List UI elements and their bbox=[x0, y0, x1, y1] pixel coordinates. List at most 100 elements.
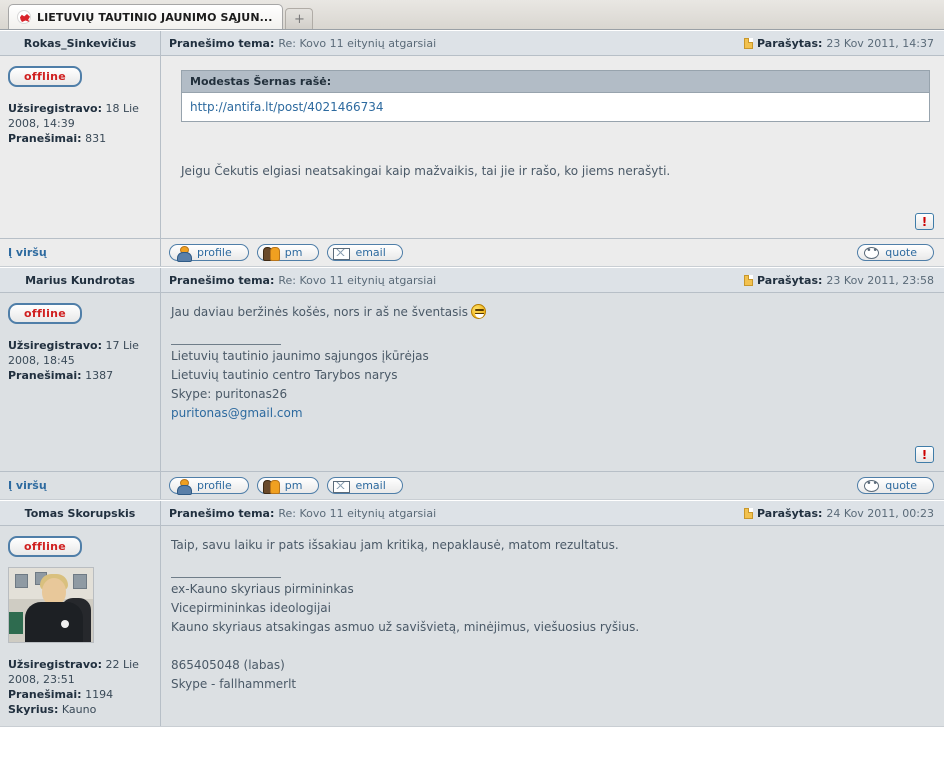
registered-row: Užsiregistravo: 17 Lie 2008, 18:45 bbox=[8, 338, 152, 368]
signature-email-link[interactable]: puritonas@gmail.com bbox=[171, 406, 303, 420]
signature: Lietuvių tautinio jaunimo sąjungos įkūrė… bbox=[171, 347, 930, 423]
branch-label: Skyrius: bbox=[8, 703, 59, 716]
topic-value: Re: Kovo 11 eitynių atgarsiai bbox=[278, 36, 437, 50]
posts-label: Pranešimai: bbox=[8, 369, 82, 382]
post-author-cell: Rokas_Sinkevičius bbox=[0, 31, 161, 55]
user-info-column: offline Užsiregistravo: 22 Lie 2008, 23:… bbox=[0, 526, 161, 726]
message-text: Jeigu Čekutis elgiasi neatsakingai kaip … bbox=[181, 164, 671, 178]
message-column: Taip, savu laiku ir pats išsakiau jam kr… bbox=[161, 526, 944, 726]
post-header: Tomas Skorupskis Pranešimo tema: Re: Kov… bbox=[0, 500, 944, 526]
status-badge: offline bbox=[8, 66, 83, 87]
back-to-top-link[interactable]: Į viršų bbox=[8, 479, 47, 492]
post-actions: profile pm email quote bbox=[161, 477, 944, 495]
post-date: Parašytas: 23 Kov 2011, 23:58 bbox=[744, 268, 944, 292]
quote-button[interactable]: quote bbox=[857, 244, 934, 261]
post-count-row: Pranešimai: 1387 bbox=[8, 368, 152, 383]
grin-smiley-icon bbox=[470, 304, 486, 319]
quote-link[interactable]: http://antifa.lt/post/4021466734 bbox=[190, 100, 384, 114]
post-author-name: Marius Kundrotas bbox=[25, 273, 135, 287]
profile-button[interactable]: profile bbox=[169, 244, 249, 262]
browser-tab[interactable]: LIETUVIŲ TAUTINIO JAUNIMO SĄJUN... bbox=[8, 4, 284, 29]
posts-label: Pranešimai: bbox=[8, 132, 82, 145]
back-to-top-cell: Į viršų bbox=[0, 239, 161, 266]
topic-label: Pranešimo tema: bbox=[169, 506, 275, 520]
registered-row: Užsiregistravo: 22 Lie 2008, 23:51 bbox=[8, 657, 152, 687]
post-author-name: Tomas Skorupskis bbox=[24, 506, 136, 520]
status-badge: offline bbox=[8, 536, 83, 557]
avatar-window bbox=[73, 574, 87, 589]
pm-button[interactable]: pm bbox=[256, 244, 320, 261]
message-text: Jau daviau beržinės košės, nors ir aš ne… bbox=[171, 303, 930, 322]
envelope-icon bbox=[333, 246, 351, 260]
quote-label: quote bbox=[885, 479, 917, 492]
posted-value: 24 Kov 2011, 00:23 bbox=[826, 506, 934, 520]
post-topic: Pranešimo tema: Re: Kovo 11 eitynių atga… bbox=[161, 31, 744, 55]
signature-line: Kauno skyriaus atsakingas asmuo už saviš… bbox=[171, 620, 640, 634]
post-body: offline Užsiregistravo: 18 Lie 2008, 14:… bbox=[0, 56, 944, 238]
user-info-column: offline Užsiregistravo: 17 Lie 2008, 18:… bbox=[0, 293, 161, 471]
post: Marius Kundrotas Pranešimo tema: Re: Kov… bbox=[0, 267, 944, 500]
registered-label: Užsiregistravo: bbox=[8, 102, 102, 115]
person-icon bbox=[175, 478, 192, 495]
topic-label: Pranešimo tema: bbox=[169, 36, 275, 50]
posted-value: 23 Kov 2011, 14:37 bbox=[826, 36, 934, 50]
post-count-row: Pranešimai: 831 bbox=[8, 131, 152, 146]
signature-line: Lietuvių tautinio jaunimo sąjungos įkūrė… bbox=[171, 349, 429, 363]
post-body: offline Užsiregistravo: 17 Lie 2008, 18:… bbox=[0, 293, 944, 471]
signature-line: Skype: puritonas26 bbox=[171, 387, 288, 401]
pm-button[interactable]: pm bbox=[256, 477, 320, 494]
signature-line: 865405048 (labas) bbox=[171, 658, 285, 672]
post-topic: Pranešimo tema: Re: Kovo 11 eitynių atga… bbox=[161, 501, 744, 525]
post-actions: profile pm email quote bbox=[161, 244, 944, 262]
signature-line: Vicepirmininkas ideologijai bbox=[171, 601, 331, 615]
posted-value: 23 Kov 2011, 23:58 bbox=[826, 273, 934, 287]
document-icon bbox=[744, 274, 754, 286]
post-date: Parašytas: 23 Kov 2011, 14:37 bbox=[744, 31, 944, 55]
post-author-name: Rokas_Sinkevičius bbox=[23, 36, 137, 50]
posts-label: Pranešimai: bbox=[8, 688, 82, 701]
message-text: Taip, savu laiku ir pats išsakiau jam kr… bbox=[171, 538, 619, 552]
back-to-top-cell: Į viršų bbox=[0, 472, 161, 499]
profile-label: profile bbox=[197, 246, 232, 259]
quote-button[interactable]: quote bbox=[857, 477, 934, 494]
post: Tomas Skorupskis Pranešimo tema: Re: Kov… bbox=[0, 500, 944, 727]
signature: ex-Kauno skyriaus pirmininkas Vicepirmin… bbox=[171, 580, 930, 694]
new-tab-button[interactable]: + bbox=[285, 8, 314, 29]
email-button[interactable]: email bbox=[327, 477, 403, 494]
post-body: offline Užsiregistravo: 22 Lie 2008, 23:… bbox=[0, 526, 944, 726]
pm-label: pm bbox=[284, 479, 303, 492]
document-icon bbox=[744, 37, 754, 49]
post: Rokas_Sinkevičius Pranešimo tema: Re: Ko… bbox=[0, 30, 944, 267]
browser-tab-title: LIETUVIŲ TAUTINIO JAUNIMO SĄJUN... bbox=[37, 10, 273, 24]
report-button[interactable]: ! bbox=[915, 446, 934, 463]
posts-value: 1194 bbox=[85, 688, 114, 701]
profile-button[interactable]: profile bbox=[169, 477, 249, 495]
report-button[interactable]: ! bbox=[915, 213, 934, 230]
post-footer: Į viršų profile pm email quote bbox=[0, 238, 944, 266]
post-footer: Į viršų profile pm email quote bbox=[0, 471, 944, 499]
envelope-icon bbox=[333, 479, 351, 493]
posted-label: Parašytas: bbox=[757, 506, 823, 520]
post-header: Marius Kundrotas Pranešimo tema: Re: Kov… bbox=[0, 267, 944, 293]
avatar-coat bbox=[25, 602, 83, 642]
user-info-column: offline Užsiregistravo: 18 Lie 2008, 14:… bbox=[0, 56, 161, 238]
branch-value: Kauno bbox=[61, 703, 97, 716]
signature-line: ex-Kauno skyriaus pirmininkas bbox=[171, 582, 354, 596]
forum-thread: Rokas_Sinkevičius Pranešimo tema: Re: Ko… bbox=[0, 30, 944, 727]
avatar-badge bbox=[61, 620, 69, 628]
topic-label: Pranešimo tema: bbox=[169, 273, 275, 287]
post-count-row: Pranešimai: 1194 bbox=[8, 687, 152, 702]
signature-blank-line bbox=[171, 637, 930, 656]
person-icon bbox=[175, 245, 192, 262]
post-topic: Pranešimo tema: Re: Kovo 11 eitynių atga… bbox=[161, 268, 744, 292]
tab-strip: LIETUVIŲ TAUTINIO JAUNIMO SĄJUN... + bbox=[8, 4, 314, 29]
message-line: Jau daviau beržinės košės, nors ir aš ne… bbox=[171, 305, 468, 319]
email-button[interactable]: email bbox=[327, 244, 403, 261]
quote-block: Modestas Šernas rašė: http://antifa.lt/p… bbox=[181, 70, 930, 122]
registered-label: Užsiregistravo: bbox=[8, 339, 102, 352]
two-people-icon bbox=[262, 246, 280, 261]
back-to-top-link[interactable]: Į viršų bbox=[8, 246, 47, 259]
posts-value: 1387 bbox=[85, 369, 114, 382]
signature-rule bbox=[171, 577, 281, 578]
post-author-cell: Marius Kundrotas bbox=[0, 268, 161, 292]
